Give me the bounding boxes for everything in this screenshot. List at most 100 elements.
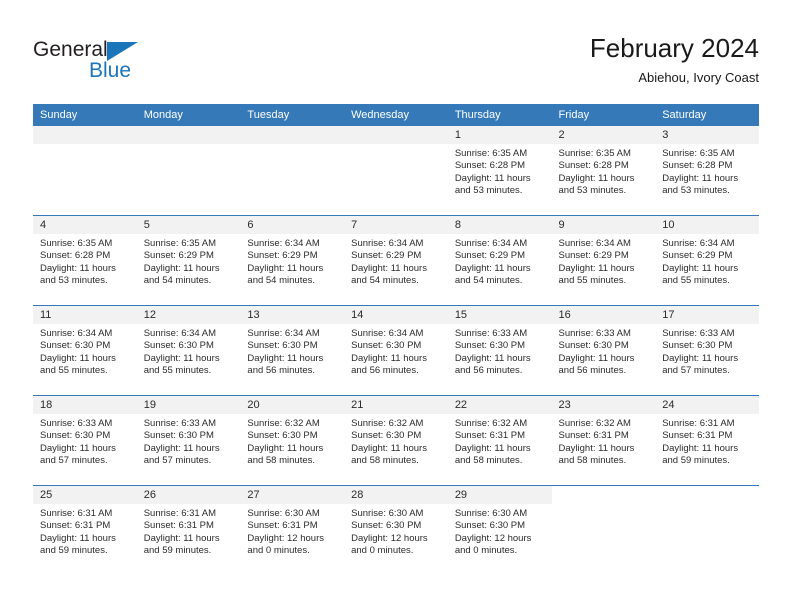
day-details: Sunrise: 6:32 AM Sunset: 6:31 PM Daylight:… [448,414,552,467]
calendar-day-cell[interactable]: 17 Sunrise: 6:33 AM Sunset: 6:30 PM Dayligh… [655,305,759,396]
day-details: Sunrise: 6:35 AM Sunset: 6:28 PM Daylight:… [448,144,552,197]
calendar-day-cell[interactable]: 14 Sunrise: 6:34 AM Sunset: 6:30 PM Dayligh… [344,305,448,396]
day-cell-inner: 17 Sunrise: 6:33 AM Sunset: 6:30 PM Dayligh… [655,306,759,395]
day-number: 13 [240,306,345,324]
day-cell-inner: 10 Sunrise: 6:34 AM Sunset: 6:29 PM Dayligh… [655,216,759,305]
day-details: Sunrise: 6:34 AM Sunset: 6:30 PM Daylight:… [137,324,241,377]
day-detail-line: Daylight: 11 hours [662,442,739,454]
day-detail-line: Sunrise: 6:31 AM [662,418,735,429]
day-detail-line: Sunrise: 6:31 AM [143,508,217,519]
day-detail-line: Sunset: 6:31 PM [662,430,733,442]
calendar-day-cell[interactable]: 1 Sunrise: 6:35 AM Sunset: 6:28 PM Daylight… [447,126,552,216]
day-details: Sunrise: 6:30 AM Sunset: 6:30 PM Daylight:… [344,504,448,557]
day-detail-line: Sunset: 6:29 PM [454,250,526,262]
day-cell-inner [344,126,448,215]
calendar-day-cell[interactable]: 28 Sunrise: 6:30 AM Sunset: 6:30 PM Dayligh… [344,485,448,575]
day-detail-line: Sunrise: 6:33 AM [454,328,528,339]
calendar-day-cell[interactable]: 5 Sunrise: 6:35 AM Sunset: 6:29 PM Daylight… [136,215,241,306]
day-detail-line: and 54 minutes. [351,274,419,286]
day-number [136,126,241,144]
calendar-day-cell[interactable]: 29 Sunrise: 6:30 AM Sunset: 6:30 PM Dayligh… [447,485,552,575]
calendar-day-cell[interactable]: 16 Sunrise: 6:33 AM Sunset: 6:30 PM Dayligh… [551,305,656,396]
day-number: 25 [33,486,137,504]
day-detail-line: Sunrise: 6:30 AM [247,508,320,519]
calendar-day-cell[interactable]: 27 Sunrise: 6:30 AM Sunset: 6:31 PM Dayligh… [240,485,345,575]
day-cell-inner: 23 Sunrise: 6:32 AM Sunset: 6:31 PM Dayligh… [551,396,656,485]
day-detail-line: Daylight: 11 hours [558,352,635,364]
day-details: Sunrise: 6:34 AM Sunset: 6:29 PM Daylight:… [344,234,448,287]
day-detail-line: Sunset: 6:30 PM [454,340,526,352]
day-detail-line: Sunrise: 6:35 AM [558,148,631,159]
calendar-day-cell[interactable]: 25 Sunrise: 6:31 AM Sunset: 6:31 PM Dayligh… [33,485,137,575]
calendar-day-cell[interactable]: 4 Sunrise: 6:35 AM Sunset: 6:28 PM Daylight… [33,215,137,306]
day-detail-line: Sunset: 6:30 PM [143,340,214,352]
day-detail-line: Daylight: 11 hours [351,442,427,454]
day-details [344,144,448,148]
day-detail-line: Sunset: 6:31 PM [247,520,318,532]
day-detail-line: Sunset: 6:30 PM [454,520,526,532]
day-details: Sunrise: 6:31 AM Sunset: 6:31 PM Daylight:… [655,414,759,467]
calendar-day-cell[interactable]: 8 Sunrise: 6:34 AM Sunset: 6:29 PM Daylight… [447,215,552,306]
calendar-day-cell[interactable]: 26 Sunrise: 6:31 AM Sunset: 6:31 PM Dayligh… [136,485,241,575]
day-number: 9 [551,216,656,234]
day-detail-line: Daylight: 11 hours [143,352,220,364]
day-number: 23 [551,396,656,414]
calendar-empty-cell [344,126,448,216]
day-detail-line: and 57 minutes. [40,454,108,466]
calendar-day-cell[interactable]: 20 Sunrise: 6:32 AM Sunset: 6:30 PM Dayligh… [240,395,345,486]
day-detail-line: Sunrise: 6:34 AM [247,328,320,339]
calendar-day-cell[interactable]: 22 Sunrise: 6:32 AM Sunset: 6:31 PM Dayligh… [447,395,552,486]
day-detail-line: and 54 minutes. [143,274,212,286]
day-detail-line: Daylight: 11 hours [454,442,531,454]
day-detail-line: and 55 minutes. [558,274,627,286]
day-detail-line: Sunset: 6:28 PM [40,250,111,262]
day-detail-line: and 58 minutes. [558,454,627,466]
day-detail-line: Sunrise: 6:32 AM [454,418,528,429]
calendar-day-cell[interactable]: 15 Sunrise: 6:33 AM Sunset: 6:30 PM Dayligh… [447,305,552,396]
calendar-day-cell[interactable]: 24 Sunrise: 6:31 AM Sunset: 6:31 PM Dayligh… [655,395,759,486]
day-details: Sunrise: 6:33 AM Sunset: 6:30 PM Daylight:… [448,324,552,377]
calendar-day-cell[interactable]: 19 Sunrise: 6:33 AM Sunset: 6:30 PM Dayligh… [136,395,241,486]
calendar-day-cell[interactable]: 2 Sunrise: 6:35 AM Sunset: 6:28 PM Daylight… [551,126,656,216]
calendar-day-cell[interactable]: 21 Sunrise: 6:32 AM Sunset: 6:30 PM Dayligh… [344,395,448,486]
day-detail-line: Sunrise: 6:32 AM [558,418,631,429]
calendar-day-cell[interactable]: 18 Sunrise: 6:33 AM Sunset: 6:30 PM Dayligh… [33,395,137,486]
day-cell-inner: 18 Sunrise: 6:33 AM Sunset: 6:30 PM Dayligh… [33,396,137,485]
day-detail-line: Sunrise: 6:32 AM [247,418,320,429]
day-detail-line: and 58 minutes. [351,454,419,466]
calendar-day-cell[interactable]: 6 Sunrise: 6:34 AM Sunset: 6:29 PM Daylight… [240,215,345,306]
day-detail-line: Sunrise: 6:33 AM [558,328,631,339]
day-details: Sunrise: 6:31 AM Sunset: 6:31 PM Daylight:… [33,504,137,557]
day-detail-line: Sunset: 6:29 PM [247,250,318,262]
day-detail-line: and 0 minutes. [454,544,518,556]
day-detail-line: and 55 minutes. [662,274,730,286]
day-details [240,144,344,148]
calendar-day-cell[interactable]: 3 Sunrise: 6:35 AM Sunset: 6:28 PM Daylight… [655,126,759,216]
day-detail-line: Sunset: 6:31 PM [454,430,526,442]
day-details [137,144,241,148]
day-number: 2 [551,126,656,144]
day-details: Sunrise: 6:30 AM Sunset: 6:30 PM Daylight:… [448,504,552,557]
calendar-day-cell[interactable]: 11 Sunrise: 6:34 AM Sunset: 6:30 PM Dayligh… [33,305,137,396]
day-details: Sunrise: 6:34 AM Sunset: 6:29 PM Daylight:… [240,234,344,287]
calendar-day-cell[interactable]: 13 Sunrise: 6:34 AM Sunset: 6:30 PM Dayligh… [240,305,345,396]
calendar-day-cell[interactable]: 9 Sunrise: 6:34 AM Sunset: 6:29 PM Daylight… [551,215,656,306]
calendar-day-cell[interactable]: 23 Sunrise: 6:32 AM Sunset: 6:31 PM Dayligh… [551,395,656,486]
day-detail-line: Sunrise: 6:34 AM [40,328,113,339]
calendar-week-row: 1 Sunrise: 6:35 AM Sunset: 6:28 PM Daylight… [33,126,759,216]
calendar-day-cell[interactable]: 10 Sunrise: 6:34 AM Sunset: 6:29 PM Dayligh… [655,215,759,306]
day-detail-line: Daylight: 11 hours [247,352,324,364]
day-detail-line: Daylight: 11 hours [351,262,427,274]
day-detail-line: Sunset: 6:31 PM [558,430,629,442]
calendar-header-row: Sunday Monday Tuesday Wednesday Thursday Frid… [33,104,759,126]
day-detail-line: Sunrise: 6:31 AM [40,508,113,519]
day-details: Sunrise: 6:33 AM Sunset: 6:30 PM Daylight:… [33,414,137,467]
day-detail-line: Daylight: 11 hours [662,352,739,364]
calendar-day-cell[interactable]: 12 Sunrise: 6:34 AM Sunset: 6:30 PM Dayligh… [136,305,241,396]
day-detail-line: Sunrise: 6:32 AM [351,418,424,429]
day-detail-line: Sunrise: 6:35 AM [454,148,528,159]
day-cell-inner: 7 Sunrise: 6:34 AM Sunset: 6:29 PM Daylight… [344,216,448,305]
calendar-day-cell[interactable]: 7 Sunrise: 6:34 AM Sunset: 6:29 PM Daylight… [344,215,448,306]
day-detail-line: Daylight: 11 hours [454,172,531,184]
day-detail-line: Daylight: 12 hours [247,532,324,544]
